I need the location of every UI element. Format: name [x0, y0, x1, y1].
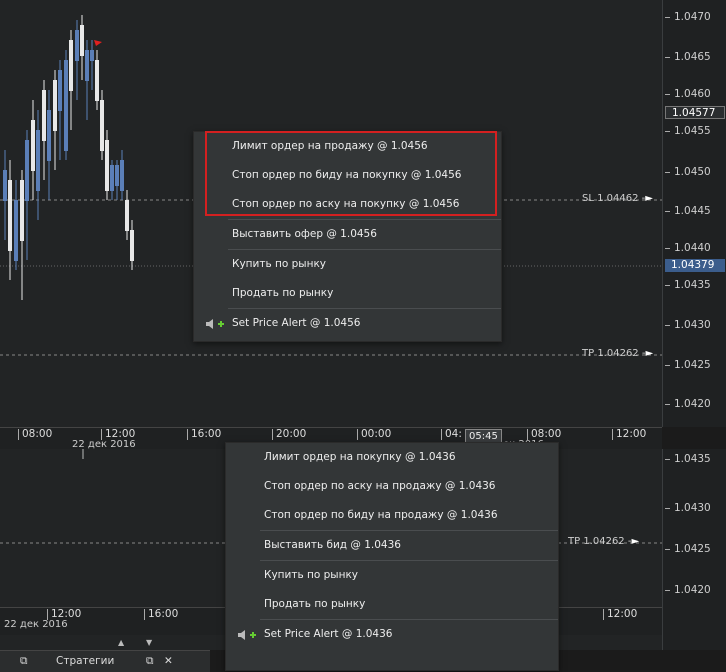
menu-item-stop-ask-sell[interactable]: Стоп ордер по аску на продажу @ 1.0436	[226, 472, 558, 501]
candle-body	[75, 30, 79, 61]
candle-body	[85, 50, 89, 81]
candle-body	[31, 120, 35, 171]
tp-level-label[interactable]: TP 1.04262 -►	[582, 348, 653, 359]
bottom-chart-pane[interactable]: 1.0435 1.0430 1.0425 1.0420 TP 1.04262 -…	[0, 442, 726, 671]
price-tick: 1.0440	[665, 242, 711, 254]
speaker-add-icon	[238, 630, 256, 640]
time-label: 00:00	[357, 429, 391, 440]
candle-body	[110, 165, 114, 191]
menu-item-sell-market[interactable]: Продать по рынку	[226, 590, 558, 619]
candle-body	[8, 180, 12, 251]
highlight-box	[205, 131, 497, 216]
candle-body	[120, 160, 124, 191]
candle-body	[58, 70, 62, 111]
tp-level-label[interactable]: TP 1.04262 -►	[568, 536, 639, 547]
speaker-add-icon	[206, 319, 224, 329]
price-box-current: 1.04577	[665, 106, 725, 119]
time-label: 08:00	[18, 429, 52, 440]
price-tick: 1.0435	[665, 279, 711, 291]
menu-item-buy-market[interactable]: Купить по рынку	[226, 561, 558, 590]
time-label: 12:00	[612, 429, 646, 440]
candle-body	[125, 200, 129, 231]
scroll-down-icon[interactable]: ▼	[146, 638, 152, 647]
price-tick: 1.0470	[665, 11, 711, 23]
price-tick: 1.0430	[665, 502, 711, 514]
candle-body	[64, 60, 68, 151]
price-box-bid: 1.04379	[665, 259, 725, 272]
candle-body	[105, 140, 109, 191]
candle-body	[3, 170, 7, 201]
time-label: 16:00	[144, 609, 178, 620]
price-tick: 1.0455	[665, 125, 711, 137]
menu-item-limit-buy[interactable]: Лимит ордер на покупку @ 1.0436	[226, 443, 558, 472]
candle-body	[53, 80, 57, 131]
price-tick: 1.0435	[665, 453, 711, 465]
price-tick: 1.0465	[665, 51, 711, 63]
bottom-tab-strip[interactable]: ▲ ▼ ⧉ Стратегии ⧉ ✕	[0, 638, 210, 672]
time-label: 04:	[441, 429, 462, 440]
bottom-context-menu[interactable]: Лимит ордер на покупку @ 1.0436 Стоп орд…	[225, 442, 559, 671]
candle-body	[80, 25, 84, 56]
price-tick: 1.0450	[665, 166, 711, 178]
time-label: 20:00	[272, 429, 306, 440]
price-tick: 1.0420	[665, 398, 711, 410]
marker-flag-icon	[94, 40, 102, 46]
top-chart-pane[interactable]: 1.0470 1.0465 1.0460 1.04577 1.0455 1.04…	[0, 0, 726, 450]
menu-item-buy-market[interactable]: Купить по рынку	[194, 250, 501, 279]
price-tick: 1.0445	[665, 205, 711, 217]
price-tick: 1.0430	[665, 319, 711, 331]
tab-strategies[interactable]: Стратегии	[56, 655, 114, 667]
detach-icon[interactable]: ⧉	[20, 655, 28, 668]
menu-item-price-alert[interactable]: Set Price Alert @ 1.0456	[194, 309, 501, 338]
candle-body	[90, 50, 94, 61]
time-label: 12:00	[603, 609, 637, 620]
close-icon[interactable]: ✕	[164, 655, 173, 667]
price-tick: 1.0460	[665, 88, 711, 100]
price-tick: 1.0425	[665, 543, 711, 555]
price-tick: 1.0425	[665, 359, 711, 371]
candle-body	[95, 60, 99, 101]
menu-item-place-bid[interactable]: Выставить бид @ 1.0436	[226, 531, 558, 560]
candle-body	[100, 100, 104, 151]
candle-body	[36, 130, 40, 191]
menu-item-stop-bid-sell[interactable]: Стоп ордер по биду на продажу @ 1.0436	[226, 501, 558, 530]
menu-item-place-offer[interactable]: Выставить офер @ 1.0456	[194, 220, 501, 249]
date-label: 22 дек 2016	[4, 619, 68, 630]
candle-body	[42, 90, 46, 141]
menu-item-sell-market[interactable]: Продать по рынку	[194, 279, 501, 308]
sl-level-label[interactable]: SL 1.04462 -►	[582, 193, 653, 204]
arrow-right-icon: ►	[631, 536, 640, 547]
arrow-right-icon: ►	[645, 193, 653, 204]
time-label: 16:00	[187, 429, 221, 440]
arrow-right-icon: ►	[645, 348, 654, 359]
scroll-up-icon[interactable]: ▲	[118, 638, 124, 647]
bottom-price-axis[interactable]: 1.0435 1.0430 1.0425 1.0420	[662, 449, 726, 650]
top-price-axis[interactable]: 1.0470 1.0465 1.0460 1.04577 1.0455 1.04…	[662, 0, 726, 427]
menu-item-price-alert[interactable]: Set Price Alert @ 1.0436	[226, 620, 558, 649]
candle-body	[115, 165, 119, 186]
candle-body	[25, 140, 29, 201]
candle-body	[47, 110, 51, 161]
candle-body	[14, 200, 18, 261]
price-tick: 1.0420	[665, 584, 711, 596]
candle-body	[20, 180, 24, 241]
detach-icon[interactable]: ⧉	[146, 655, 154, 668]
candle-body	[130, 230, 134, 261]
candle-body	[69, 40, 73, 91]
